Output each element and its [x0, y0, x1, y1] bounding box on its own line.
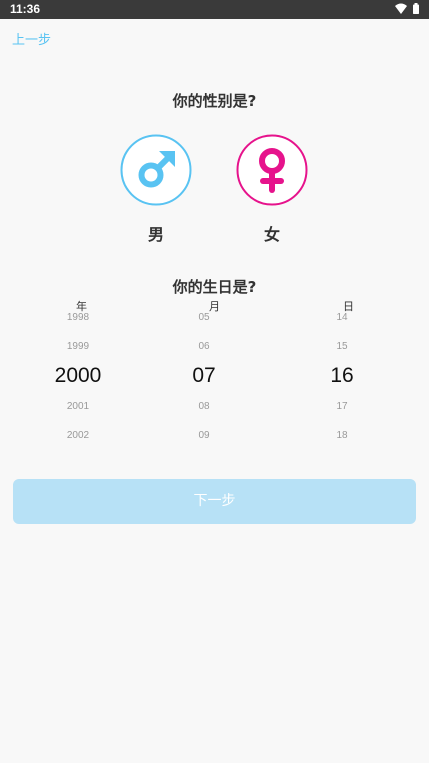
back-button[interactable]: 上一步	[12, 29, 51, 48]
picker-item[interactable]: 09	[159, 430, 249, 441]
picker-item[interactable]: 18	[297, 430, 387, 441]
gender-title: 你的性别是?	[172, 92, 257, 110]
male-label: 男	[147, 225, 164, 244]
picker-item[interactable]: 17	[297, 401, 387, 412]
status-icons	[395, 3, 419, 14]
picker-item-selected[interactable]: 07	[159, 364, 249, 388]
female-option[interactable]	[236, 134, 308, 206]
picker-item-selected[interactable]: 2000	[33, 364, 123, 388]
year-picker[interactable]: 1998 1999 2000 2001 2002	[33, 305, 123, 453]
month-picker[interactable]: 05 06 07 08 09	[159, 305, 249, 453]
picker-item[interactable]: 1998	[33, 312, 123, 323]
battery-icon	[413, 3, 419, 14]
female-label: 女	[263, 225, 280, 244]
picker-item[interactable]: 2001	[33, 401, 123, 412]
day-picker[interactable]: 14 15 16 17 18	[297, 305, 387, 453]
next-button[interactable]: 下一步	[13, 479, 416, 524]
female-symbol-icon	[236, 134, 308, 206]
picker-item[interactable]: 05	[159, 312, 249, 323]
wifi-icon	[395, 3, 407, 14]
picker-item-selected[interactable]: 16	[297, 364, 387, 388]
picker-item[interactable]: 2002	[33, 430, 123, 441]
picker-item[interactable]: 08	[159, 401, 249, 412]
birthday-title: 你的生日是?	[172, 278, 257, 296]
male-symbol-icon	[120, 134, 192, 206]
status-bar: 11:36	[0, 0, 429, 19]
picker-item[interactable]: 14	[297, 312, 387, 323]
picker-item[interactable]: 06	[159, 341, 249, 352]
picker-item[interactable]: 1999	[33, 341, 123, 352]
picker-item[interactable]: 15	[297, 341, 387, 352]
status-time: 11:36	[10, 2, 41, 16]
male-option[interactable]	[120, 134, 192, 206]
